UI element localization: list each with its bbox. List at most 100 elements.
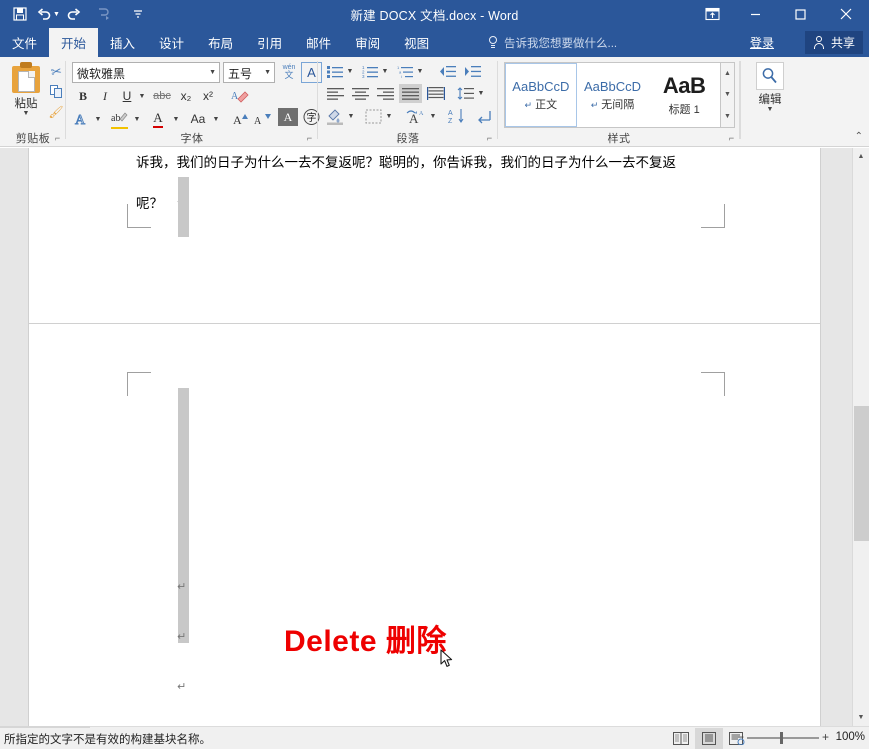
italic-button[interactable]: I — [96, 86, 114, 106]
underline-dropdown-icon[interactable]: ▼ — [137, 86, 147, 106]
change-case-dropdown-icon[interactable]: ▼ — [211, 108, 221, 130]
clipboard-dialog-launcher[interactable]: ⌐ — [52, 133, 63, 144]
font-size-combobox[interactable]: 五号 ▼ — [223, 62, 275, 83]
line-spacing-button[interactable] — [454, 84, 476, 103]
ribbon-display-options-icon[interactable] — [691, 0, 733, 28]
zoom-in-icon[interactable]: + — [822, 731, 829, 744]
grow-font-button[interactable]: A — [232, 108, 252, 130]
svg-text:A: A — [419, 111, 424, 117]
font-color-button[interactable]: A — [147, 108, 169, 130]
paste-button[interactable]: 粘贴 ▼ — [4, 60, 48, 122]
tab-layout[interactable]: 布局 — [196, 28, 245, 57]
vertical-scrollbar[interactable]: ▲ ▼ — [852, 148, 869, 726]
tab-insert[interactable]: 插入 — [98, 28, 147, 57]
tab-file[interactable]: 文件 — [0, 28, 49, 57]
style-item-heading1[interactable]: AaB 标题 1 — [648, 63, 720, 127]
collapse-ribbon-icon[interactable]: ⌃ — [855, 131, 863, 142]
zoom-thumb[interactable] — [780, 732, 783, 744]
clear-formatting-button[interactable]: A — [229, 86, 251, 106]
editing-label: 编辑 — [759, 91, 782, 107]
text-effects-dropdown-icon[interactable]: ▼ — [93, 108, 103, 130]
text-effects-button[interactable]: A — [72, 108, 92, 130]
zoom-slider[interactable]: − + — [737, 731, 829, 745]
read-mode-button[interactable] — [667, 728, 695, 749]
distribute-button[interactable] — [424, 84, 447, 103]
character-shading-button[interactable]: A — [278, 108, 298, 126]
maximize-icon[interactable] — [778, 0, 823, 28]
editing-dropdown-icon[interactable]: ▼ — [767, 107, 774, 113]
justify-button[interactable] — [399, 84, 422, 103]
line-spacing-dropdown-icon[interactable]: ▼ — [476, 84, 486, 103]
style-item-normal[interactable]: AaBbCcD ↵ 正文 — [505, 63, 577, 127]
editing-button[interactable]: 编辑 ▼ — [752, 62, 788, 124]
tab-design[interactable]: 设计 — [147, 28, 196, 57]
subscript-button[interactable]: x₂ — [176, 86, 196, 106]
tell-me-search[interactable]: 告诉我您想要做什么... — [487, 28, 617, 57]
styles-scroll-down-icon[interactable]: ▼ — [721, 84, 734, 105]
multilevel-dropdown-icon[interactable]: ▼ — [415, 62, 425, 81]
highlight-dropdown-icon[interactable]: ▼ — [132, 108, 142, 130]
align-right-button[interactable] — [374, 84, 397, 103]
numbering-button[interactable]: 123 — [359, 62, 380, 81]
font-size-value: 五号 — [228, 67, 252, 81]
paragraph-dialog-launcher[interactable]: ⌐ — [484, 133, 495, 144]
zoom-track[interactable] — [747, 737, 819, 739]
format-painter-button[interactable]: 🖌 — [46, 102, 66, 121]
close-icon[interactable] — [823, 0, 869, 28]
tab-review[interactable]: 审阅 — [343, 28, 392, 57]
cut-button[interactable]: ✂ — [46, 62, 66, 81]
style-item-no-spacing[interactable]: AaBbCcD ↵ 无间隔 — [577, 63, 649, 127]
align-center-button[interactable] — [349, 84, 372, 103]
zoom-out-icon[interactable]: − — [737, 731, 744, 744]
font-dialog-launcher[interactable]: ⌐ — [304, 133, 315, 144]
superscript-button[interactable]: x² — [198, 86, 218, 106]
font-color-dropdown-icon[interactable]: ▼ — [171, 108, 181, 130]
tab-view[interactable]: 视图 — [392, 28, 441, 57]
phonetic-guide-button[interactable]: wén 文 — [279, 62, 299, 83]
tab-home[interactable]: 开始 — [49, 28, 98, 57]
style-label: 标题 1 — [669, 101, 700, 117]
paste-dropdown-icon[interactable]: ▼ — [23, 111, 30, 117]
numbering-dropdown-icon[interactable]: ▼ — [380, 62, 390, 81]
share-button[interactable]: 共享 — [805, 31, 863, 54]
document-page-2[interactable]: ↵ ↵ ↵ ↵ ↵ Delete 删除 — [28, 323, 821, 726]
print-layout-button[interactable] — [695, 728, 723, 749]
borders-button[interactable] — [362, 106, 384, 126]
sign-in-link[interactable]: 登录 — [750, 28, 774, 57]
multilevel-list-button[interactable]: 1ai — [394, 62, 415, 81]
shading-dropdown-icon[interactable]: ▼ — [346, 106, 356, 126]
text-highlight-button[interactable]: ab — [108, 108, 130, 130]
bullets-dropdown-icon[interactable]: ▼ — [345, 62, 355, 81]
tab-mailings[interactable]: 邮件 — [294, 28, 343, 57]
scroll-down-icon[interactable]: ▼ — [853, 709, 869, 726]
font-name-dropdown-icon[interactable]: ▼ — [209, 69, 216, 76]
word-window: ▼ 新建 DOCX 文档.docx - Word — [0, 0, 869, 749]
decrease-indent-button[interactable] — [436, 62, 458, 81]
styles-scroll-up-icon[interactable]: ▲ — [721, 63, 734, 84]
scroll-up-icon[interactable]: ▲ — [853, 148, 869, 165]
styles-dialog-launcher[interactable]: ⌐ — [726, 133, 737, 144]
asian-layout-dropdown-icon[interactable]: ▼ — [428, 106, 438, 126]
bold-button[interactable]: B — [74, 86, 92, 106]
font-name-combobox[interactable]: 微软雅黑 ▼ — [72, 62, 220, 83]
copy-button[interactable] — [46, 82, 66, 101]
show-paragraph-marks-button[interactable] — [473, 106, 495, 126]
font-size-dropdown-icon[interactable]: ▼ — [264, 69, 271, 76]
minimize-icon[interactable] — [733, 0, 778, 28]
change-case-button[interactable]: Aa — [185, 108, 211, 130]
tab-references[interactable]: 引用 — [245, 28, 294, 57]
underline-button[interactable]: U — [118, 86, 136, 106]
strikethrough-button[interactable]: abc — [150, 86, 174, 106]
increase-indent-button[interactable] — [461, 62, 483, 81]
borders-dropdown-icon[interactable]: ▼ — [384, 106, 394, 126]
document-canvas[interactable]: 诉我，我们的日子为什么一去不复返呢？聪明的，你告诉我，我们的日子为什么一去不复返… — [0, 148, 869, 726]
styles-more-icon[interactable]: ▼ — [721, 106, 734, 127]
bullets-button[interactable] — [324, 62, 345, 81]
align-left-button[interactable] — [324, 84, 347, 103]
sort-button[interactable]: AZ — [446, 106, 468, 126]
asian-layout-button[interactable]: AA — [404, 106, 428, 126]
shading-button[interactable] — [324, 106, 346, 126]
shrink-font-button[interactable]: A — [253, 108, 273, 130]
scrollbar-thumb[interactable] — [854, 406, 869, 541]
zoom-level-label[interactable]: 100% — [836, 731, 865, 743]
